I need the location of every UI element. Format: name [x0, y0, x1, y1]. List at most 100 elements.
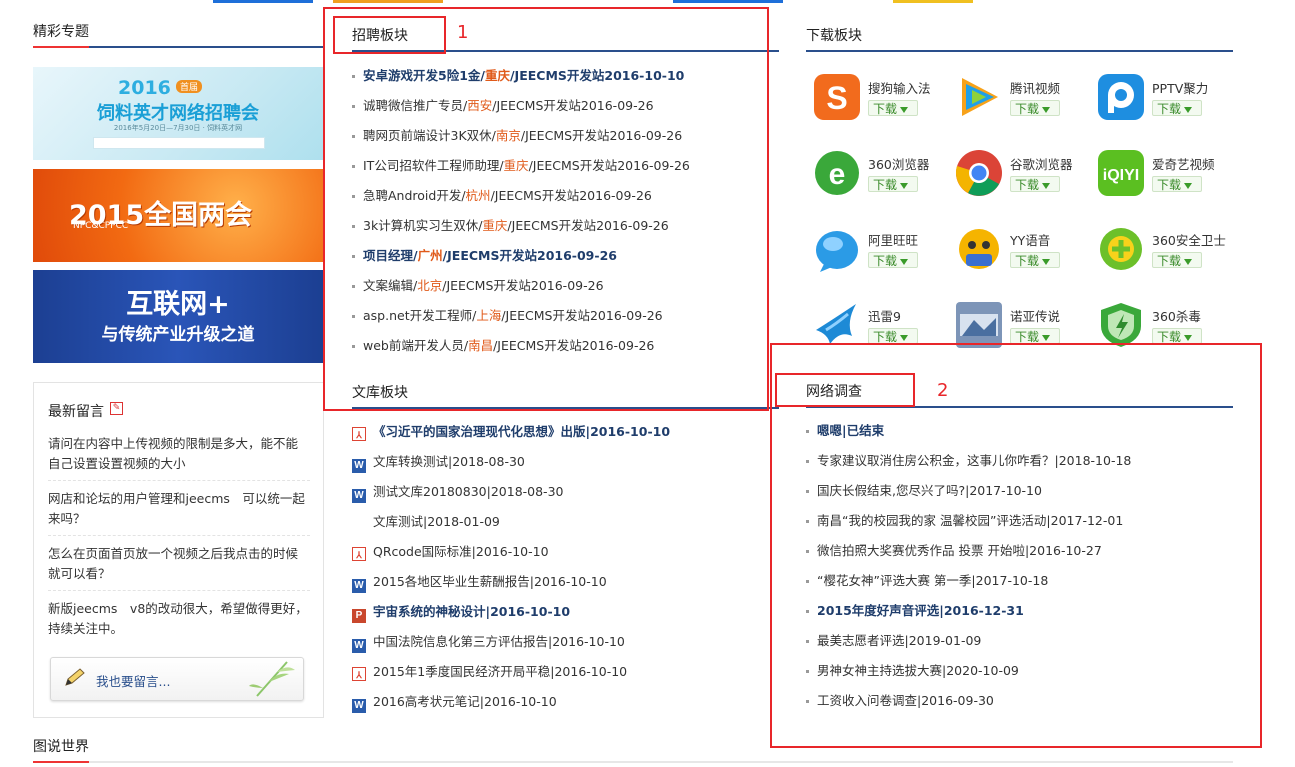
download-label: 下载 — [1015, 330, 1040, 344]
library-list: ⅄ 《习近平的国家治理现代化思想》出版|2016-10-10 W 文库转换测试|201… — [352, 422, 772, 722]
pdf-icon: ⅄ — [352, 547, 366, 561]
banner-title: 饲料英才网络招聘会 — [97, 103, 259, 124]
aliwangwang-icon[interactable] — [812, 224, 862, 274]
arrow-down-icon — [900, 182, 909, 189]
blank-icon — [352, 514, 366, 528]
sogou-icon[interactable]: S — [812, 72, 862, 122]
download-button[interactable]: 下载 — [868, 252, 918, 268]
download-app: S 搜狗输入法下载 — [812, 72, 952, 132]
arrow-down-icon — [1042, 182, 1051, 189]
top-strip — [33, 0, 1233, 3]
pdf-icon: ⅄ — [352, 667, 366, 681]
app-name[interactable]: 谷歌浏览器 — [1010, 154, 1073, 173]
app-name[interactable]: YY语音 — [1010, 230, 1050, 249]
word-icon: W — [352, 579, 366, 593]
app-name[interactable]: 360浏览器 — [868, 154, 929, 173]
library-item-label: QRcode国际标准|2016-10-10 — [373, 544, 549, 559]
library-item[interactable]: P 宇宙系统的神秘设计|2016-10-10 — [352, 602, 571, 623]
annotation-label-box-2 — [775, 373, 915, 407]
download-button[interactable]: 下载 — [1010, 100, 1060, 116]
bamboo-icon — [249, 661, 295, 697]
word-icon: W — [352, 489, 366, 503]
download-button[interactable]: 下载 — [1152, 100, 1202, 116]
banner-internet-plus[interactable]: 互联网+ 与传统产业升级之道 — [33, 270, 323, 363]
banner-two-sessions[interactable]: 2015全国两会 NPC&CPPCC — [33, 169, 323, 262]
download-label: 下载 — [873, 178, 898, 192]
leave-message-button[interactable]: 我也要留言... — [50, 657, 304, 701]
360-safe-icon[interactable] — [1096, 224, 1146, 274]
banner-feed-recruit[interactable]: 2016 首届 饲料英才网络招聘会 2016年5月20日—7月30日 · 饲料英… — [33, 67, 323, 160]
library-item-label: 宇宙系统的神秘设计|2016-10-10 — [373, 604, 571, 619]
downloads-header: 下载板块 — [806, 22, 1233, 52]
download-button[interactable]: 下载 — [868, 100, 918, 116]
app-name[interactable]: 阿里旺旺 — [868, 230, 918, 249]
annotation-number-2: 2 — [937, 380, 949, 401]
download-app: 阿里旺旺 下载 — [812, 224, 952, 284]
library-item[interactable]: W 中国法院信息化第三方评估报告|2016-10-10 — [352, 632, 625, 653]
downloads-title: 下载板块 — [806, 28, 862, 44]
library-item-label: 2015各地区毕业生薪酬报告|2016-10-10 — [373, 574, 607, 589]
message-item[interactable]: 新版jeecms v8的改动很大，希望做得更好，持续关注中。 — [48, 599, 310, 645]
download-app: e 360浏览器下载 — [812, 148, 952, 208]
yy-icon[interactable] — [954, 224, 1004, 274]
app-name[interactable]: 搜狗输入法 — [868, 78, 931, 97]
download-app: 腾讯视频下载 — [954, 72, 1094, 132]
library-item[interactable]: ⅄ 2015年1季度国民经济开局平稳|2016-10-10 — [352, 662, 627, 682]
banner-bar — [93, 137, 265, 149]
app-name[interactable]: 诺亚传说 — [1010, 306, 1060, 325]
download-label: 下载 — [1015, 102, 1040, 116]
message-item[interactable]: 网店和论坛的用户管理和jeecms 可以统一起来吗？ — [48, 489, 310, 536]
app-name[interactable]: 360安全卫士 — [1152, 230, 1226, 249]
messages-box: 最新留言 ✎ 请问在内容中上传视频的限制是多大，能不能自己设置设置视频的大小 网… — [33, 382, 324, 718]
download-label: 下载 — [873, 330, 898, 344]
message-item[interactable]: 请问在内容中上传视频的限制是多大，能不能自己设置设置视频的大小 — [48, 434, 310, 481]
download-button[interactable]: 下载 — [1152, 252, 1202, 268]
app-name[interactable]: 腾讯视频 — [1010, 78, 1060, 97]
download-button[interactable]: 下载 — [868, 328, 918, 344]
library-item-label: 测试文库20180830|2018-08-30 — [373, 484, 564, 499]
library-item[interactable]: W 文库转换测试|2018-08-30 — [352, 452, 525, 473]
library-item[interactable]: W 2016高考状元笔记|2016-10-10 — [352, 692, 557, 713]
download-button[interactable]: 下载 — [868, 176, 918, 192]
download-button[interactable]: 下载 — [1152, 328, 1202, 344]
message-item[interactable]: 怎么在页面首页放一个视频之后我点击的时候就可以看？ — [48, 544, 310, 591]
download-button[interactable]: 下载 — [1010, 328, 1060, 344]
iqiyi-icon[interactable]: iQIYI — [1096, 148, 1146, 198]
download-button[interactable]: 下载 — [1152, 176, 1202, 192]
arrow-down-icon — [900, 334, 909, 341]
app-name[interactable]: 360杀毒 — [1152, 306, 1201, 325]
tencent-video-icon[interactable] — [954, 72, 1004, 122]
messages-title: 最新留言 — [48, 404, 104, 420]
ppt-icon: P — [352, 609, 366, 623]
library-item-label: 2015年1季度国民经济开局平稳|2016-10-10 — [373, 664, 628, 679]
library-item-label: 中国法院信息化第三方评估报告|2016-10-10 — [373, 634, 625, 649]
download-label: 下载 — [1157, 330, 1182, 344]
leave-message-label: 我也要留言... — [96, 674, 171, 689]
download-app: PPTV聚力 下载 — [1096, 72, 1236, 132]
app-name[interactable]: PPTV聚力 — [1152, 78, 1208, 97]
download-button[interactable]: 下载 — [1010, 252, 1060, 268]
pptv-icon[interactable] — [1096, 72, 1146, 122]
arrow-down-icon — [1184, 106, 1193, 113]
download-app: 谷歌浏览器 下载 — [954, 148, 1094, 208]
word-icon: W — [352, 699, 366, 713]
library-item-label: 《习近平的国家治理现代化思想》出版|2016-10-10 — [373, 424, 671, 439]
library-item[interactable]: ⅄ QRcode国际标准|2016-10-10 — [352, 542, 549, 562]
chrome-icon[interactable] — [954, 148, 1004, 198]
download-app: 360安全卫士 下载 — [1096, 224, 1236, 284]
360-browser-icon[interactable]: e — [812, 148, 862, 198]
library-item[interactable]: 文库测试|2018-01-09 — [352, 512, 500, 532]
library-item[interactable]: W 2015各地区毕业生薪酬报告|2016-10-10 — [352, 572, 607, 593]
edit-icon[interactable]: ✎ — [110, 402, 123, 415]
downloads-grid: S 搜狗输入法 下载 腾讯视频 下载 PPTV聚力 下载 e 360浏览器 下载 谷歌浏览器 下载 iQ… — [812, 72, 1242, 362]
library-item[interactable]: W 测试文库20180830|2018-08-30 — [352, 482, 564, 503]
app-name[interactable]: 爱奇艺视频 — [1152, 154, 1215, 173]
download-label: 下载 — [1015, 254, 1040, 268]
banner-year: 2016 — [118, 77, 171, 99]
svg-text:e: e — [829, 158, 846, 191]
download-button[interactable]: 下载 — [1010, 176, 1060, 192]
app-name[interactable]: 迅雷9 — [868, 306, 901, 325]
download-app: iQIYI 爱奇艺视频下载 — [1096, 148, 1236, 208]
library-item[interactable]: ⅄ 《习近平的国家治理现代化思想》出版|2016-10-10 — [352, 422, 670, 442]
word-icon: W — [352, 639, 366, 653]
